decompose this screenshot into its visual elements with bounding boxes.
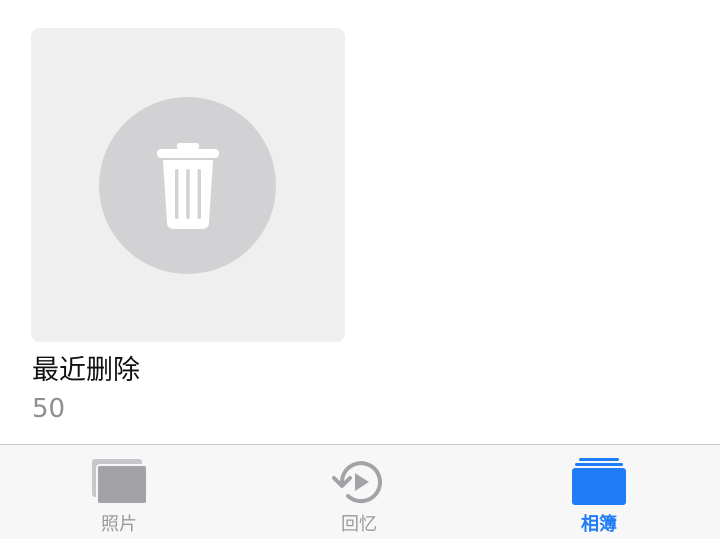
- tab-memories-label: 回忆: [341, 514, 377, 535]
- tab-bar: 照片 回忆 相簿: [0, 444, 720, 539]
- trash-icon: [156, 142, 219, 229]
- recently-deleted-album-thumbnail[interactable]: [31, 28, 345, 342]
- tab-memories[interactable]: 回忆: [299, 445, 419, 539]
- photos-albums-screen: 最近删除 50 照片 回忆 相簿: [0, 0, 720, 539]
- tab-photos[interactable]: 照片: [59, 445, 179, 539]
- tab-albums-label: 相簿: [581, 514, 617, 535]
- photos-icon: [92, 459, 148, 505]
- tab-photos-label: 照片: [101, 514, 137, 535]
- trash-circle: [99, 97, 276, 274]
- album-title[interactable]: 最近删除: [32, 354, 140, 388]
- tab-albums[interactable]: 相簿: [539, 445, 659, 539]
- albums-icon: [572, 458, 626, 505]
- memories-icon: [332, 461, 382, 504]
- album-count: 50: [32, 394, 66, 424]
